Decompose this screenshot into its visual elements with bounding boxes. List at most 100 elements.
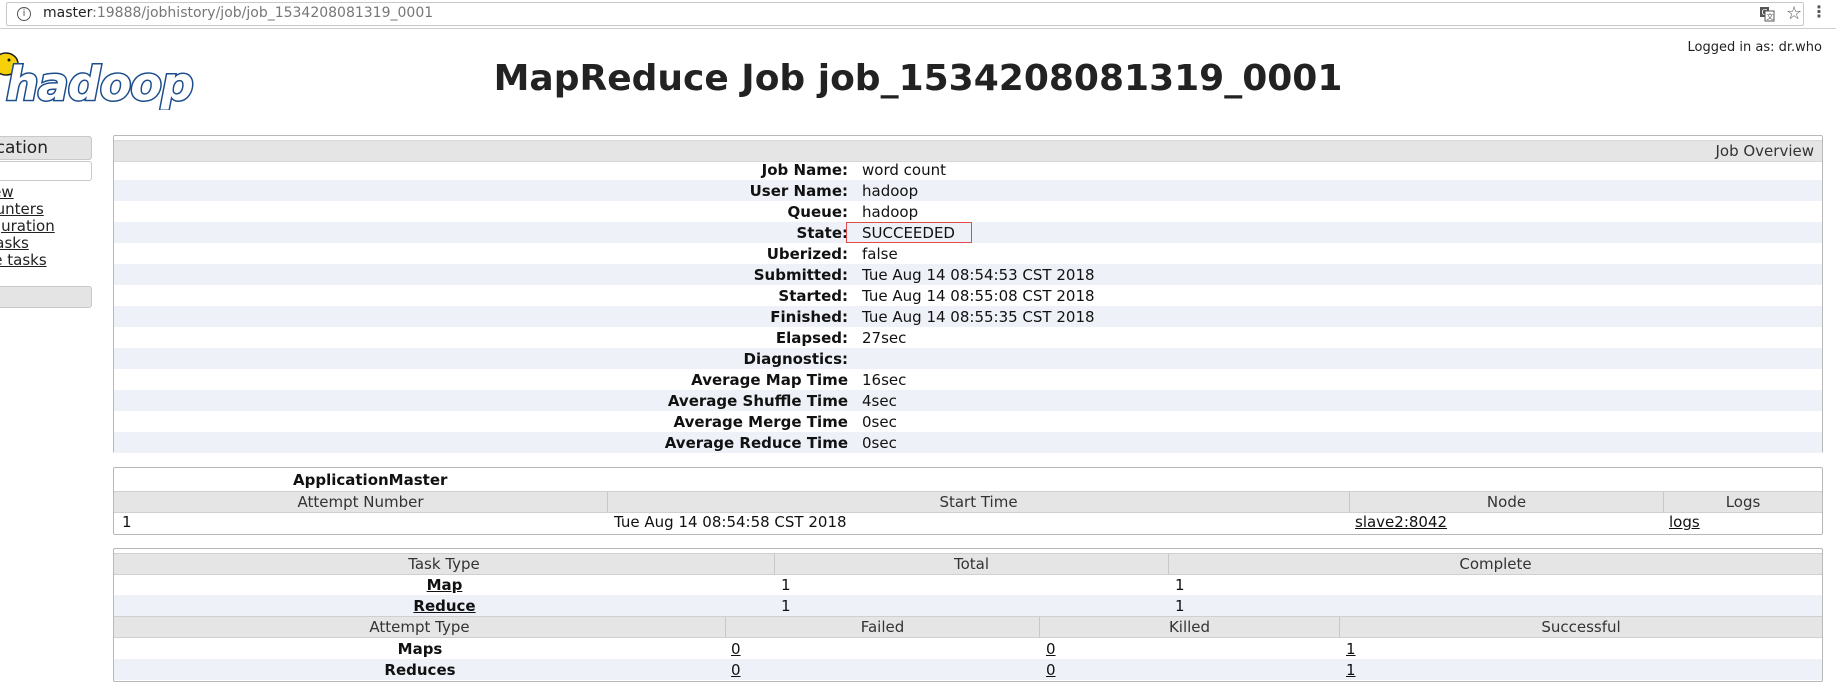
overview-value: 16sec — [862, 371, 907, 389]
bookmark-star-icon[interactable]: ☆ — [1786, 3, 1802, 24]
task-type-link-reduce[interactable]: Reduce — [114, 597, 775, 615]
overview-key: Average Merge Time — [673, 413, 849, 431]
overview-row: Job Name: word count — [114, 159, 1822, 180]
task-total: 1 — [781, 576, 791, 594]
overview-value: 0sec — [862, 413, 897, 431]
logs-link[interactable]: logs — [1669, 513, 1700, 531]
task-summary-header: Task Type Total Complete — [114, 553, 1822, 575]
overview-row: Average Reduce Time 0sec — [114, 432, 1822, 453]
url-text[interactable]: master:19888/jobhistory/job/job_15342080… — [43, 5, 433, 21]
attempt-summary-header: Attempt Type Failed Killed Successful — [114, 616, 1822, 638]
overview-value: word count — [862, 161, 946, 179]
url-field[interactable]: i master:19888/jobhistory/job/job_153420… — [6, 2, 1804, 26]
column-header[interactable]: Task Type — [114, 554, 775, 574]
node-link[interactable]: slave2:8042 — [1355, 513, 1447, 531]
application-master-header: Attempt Number Start Time Node Logs — [114, 491, 1822, 513]
sidebar-subheading — [0, 161, 92, 181]
sidebar-link-counters[interactable]: Counters — [0, 201, 92, 218]
column-header[interactable]: Node — [1350, 492, 1664, 512]
overview-key: State: — [796, 224, 848, 242]
overview-value: false — [862, 245, 898, 263]
sidebar-heading[interactable]: Application — [0, 136, 92, 160]
task-type-link-map[interactable]: Map — [114, 576, 775, 594]
attempt-number: 1 — [122, 513, 132, 531]
overview-row: Average Merge Time 0sec — [114, 411, 1822, 432]
info-icon[interactable]: i — [17, 7, 31, 21]
failed-maps-link[interactable]: 0 — [731, 640, 741, 658]
killed-maps-link[interactable]: 0 — [1046, 640, 1056, 658]
column-header[interactable]: Attempt Type — [114, 617, 726, 637]
task-row: Map 1 1 — [114, 574, 1822, 595]
overview-key: Elapsed: — [775, 329, 848, 347]
failed-reduces-link[interactable]: 0 — [731, 661, 741, 679]
overview-value: 4sec — [862, 392, 897, 410]
overview-key: Job Name: — [761, 161, 848, 179]
task-summary-panel: Task Type Total Complete Map 1 1 Reduce … — [113, 548, 1823, 682]
page-title: MapReduce Job job_1534208081319_0001 — [493, 58, 1343, 99]
overview-row: Started: Tue Aug 14 08:55:08 CST 2018 — [114, 285, 1822, 306]
overview-value: 0sec — [862, 434, 897, 452]
sidebar-link-configuration[interactable]: Configuration — [0, 218, 92, 235]
overview-row: Uberized: false — [114, 243, 1822, 264]
attempt-row: Reduces 0 0 1 — [114, 659, 1822, 680]
overview-row: Queue: hadoop — [114, 201, 1822, 222]
attempt-start-time: Tue Aug 14 08:54:58 CST 2018 — [614, 513, 847, 531]
task-total: 1 — [781, 597, 791, 615]
overview-row: User Name: hadoop — [114, 180, 1822, 201]
browser-menu-icon[interactable]: ⋮ — [1811, 2, 1827, 21]
task-row: Reduce 1 1 — [114, 595, 1822, 616]
job-overview-panel: Job Overview Job Name: word count User Na… — [113, 135, 1823, 453]
url-path: :19888/jobhistory/job/job_1534208081319_… — [92, 5, 434, 21]
overview-value: Tue Aug 14 08:54:53 CST 2018 — [862, 266, 1095, 284]
sidebar-heading-label: Application — [0, 138, 48, 158]
overview-key: Average Map Time — [691, 371, 848, 389]
column-header[interactable]: Attempt Number — [114, 492, 608, 512]
overview-row: State: SUCCEEDED — [114, 222, 1822, 243]
successful-maps-link[interactable]: 1 — [1346, 640, 1356, 658]
state-highlight-box — [846, 222, 972, 243]
overview-key: Diagnostics: — [743, 350, 849, 368]
column-header[interactable]: Failed — [726, 617, 1040, 637]
svg-text:文: 文 — [1767, 12, 1774, 21]
overview-value: 27sec — [862, 329, 907, 347]
attempt-type: Maps — [397, 640, 443, 658]
translate-icon[interactable]: G 文 — [1759, 6, 1775, 22]
overview-row: Finished: Tue Aug 14 08:55:35 CST 2018 — [114, 306, 1822, 327]
job-overview-rows: Job Name: word count User Name: hadoop Que… — [114, 159, 1822, 453]
application-master-title: ApplicationMaster — [293, 471, 448, 489]
overview-row: Average Shuffle Time 4sec — [114, 390, 1822, 411]
sidebar-link-map-tasks[interactable]: Map tasks — [0, 235, 92, 252]
overview-value: hadoop — [862, 182, 919, 200]
column-header[interactable]: Start Time — [608, 492, 1350, 512]
overview-key: Submitted: — [753, 266, 848, 284]
task-complete: 1 — [1175, 576, 1185, 594]
overview-value: Tue Aug 14 08:55:08 CST 2018 — [862, 287, 1095, 305]
job-overview-heading: Job Overview — [1715, 142, 1814, 160]
overview-key: User Name: — [749, 182, 848, 200]
overview-key: Average Shuffle Time — [667, 392, 848, 410]
overview-key: Finished: — [770, 308, 848, 326]
browser-address-bar: i master:19888/jobhistory/job/job_153420… — [0, 0, 1836, 29]
killed-reduces-link[interactable]: 0 — [1046, 661, 1056, 679]
attempt-type: Reduces — [384, 661, 456, 679]
column-header[interactable]: Successful — [1340, 617, 1822, 637]
sidebar-links: Overview Counters Configuration Map task… — [0, 184, 92, 269]
application-master-panel: ApplicationMaster Attempt Number Start T… — [113, 467, 1823, 535]
url-host: master — [43, 5, 93, 21]
overview-row: Diagnostics: — [114, 348, 1822, 369]
task-complete: 1 — [1175, 597, 1185, 615]
overview-row: Average Map Time 16sec — [114, 369, 1822, 390]
overview-value: Tue Aug 14 08:55:35 CST 2018 — [862, 308, 1095, 326]
column-header[interactable]: Complete — [1169, 554, 1822, 574]
attempt-row: Maps 0 0 1 — [114, 638, 1822, 659]
sidebar-link-overview[interactable]: Overview — [0, 184, 92, 201]
column-header[interactable]: Killed — [1040, 617, 1340, 637]
overview-value: hadoop — [862, 203, 919, 221]
overview-row: Elapsed: 27sec — [114, 327, 1822, 348]
sidebar-tools-heading[interactable] — [0, 286, 92, 308]
overview-key: Average Reduce Time — [664, 434, 848, 452]
sidebar-link-reduce-tasks[interactable]: Reduce tasks — [0, 252, 92, 269]
successful-reduces-link[interactable]: 1 — [1346, 661, 1356, 679]
column-header[interactable]: Total — [775, 554, 1169, 574]
column-header[interactable]: Logs — [1664, 492, 1822, 512]
